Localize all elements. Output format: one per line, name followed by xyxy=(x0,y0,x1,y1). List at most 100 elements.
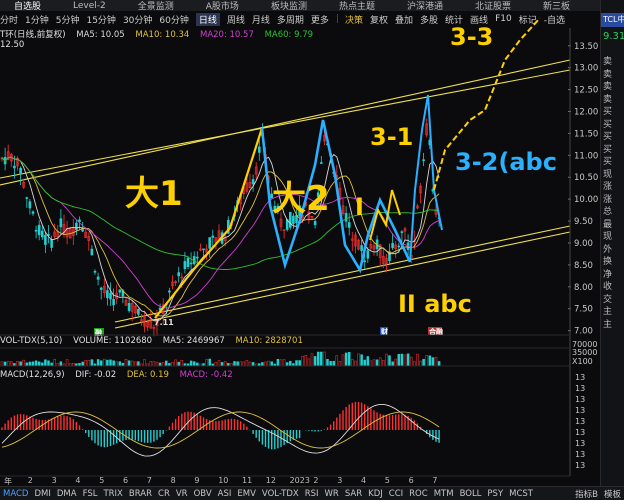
volume-ma5: MA5: 2469967 xyxy=(162,336,225,346)
volume-bar xyxy=(267,360,270,367)
candle-body xyxy=(96,276,100,280)
indicator-tab-brar[interactable]: BRAR xyxy=(129,489,152,499)
indicator-tab-dmi[interactable]: DMI xyxy=(34,489,50,499)
macd-dea: DEA: 0.19 xyxy=(126,370,169,380)
price-tick: 12.00 xyxy=(574,108,598,118)
volume-bar xyxy=(220,362,224,367)
indicator-tab-roc[interactable]: ROC xyxy=(409,489,428,499)
volume-bar xyxy=(369,360,373,367)
month-label: 2 xyxy=(27,476,33,485)
indicator-tab-cr[interactable]: CR xyxy=(158,489,170,499)
indicator-tab-mcst[interactable]: MCST xyxy=(509,489,533,499)
candle-body xyxy=(202,248,205,251)
wave1-stroke xyxy=(154,127,264,319)
candle-body xyxy=(31,211,35,214)
candle-body xyxy=(50,239,53,248)
volume-bar xyxy=(360,354,363,367)
macd-axis-label: 13 xyxy=(575,450,585,459)
indicator-tab-obv[interactable]: OBV xyxy=(194,489,212,499)
volume-bar xyxy=(245,360,249,367)
kline-chart[interactable]: 大1 大23-13-2(abc3-3III abc7.11融财合融 13.5013… xyxy=(0,0,600,500)
volume-bar xyxy=(351,359,354,367)
candle-body xyxy=(99,287,103,290)
volume-bar xyxy=(431,357,435,367)
volume-bar xyxy=(378,357,382,367)
volume-bar xyxy=(174,359,177,367)
indicator-tab-vr[interactable]: VR xyxy=(176,489,188,499)
volume-bar xyxy=(310,353,314,367)
candle-body xyxy=(196,256,199,259)
volume-bar xyxy=(124,358,128,367)
month-label: 11 xyxy=(242,476,253,485)
volume-bar xyxy=(316,351,320,367)
price-tick: 7.00 xyxy=(574,327,593,337)
volume-bar xyxy=(428,355,432,367)
stock-code[interactable]: TCL中 xyxy=(601,13,624,27)
indicator-tab-rsi[interactable]: RSI xyxy=(305,489,319,499)
candle-body xyxy=(257,146,261,153)
candle-body xyxy=(25,197,29,199)
candle-body xyxy=(186,258,190,267)
indicator-tab-boll[interactable]: BOLL xyxy=(460,489,482,499)
volume-axis-label: 35000 xyxy=(572,348,597,357)
indicator-tab-wr[interactable]: WR xyxy=(325,489,339,499)
volume-bar xyxy=(397,354,401,367)
low-price-mark: 7.11 xyxy=(154,318,174,327)
candle-body xyxy=(19,167,22,175)
volume-bar xyxy=(103,358,106,367)
price-tick: 13.50 xyxy=(574,42,598,52)
bottom-right-1[interactable]: 模板 xyxy=(604,488,621,500)
volume-bar xyxy=(112,360,115,367)
quote-panel: TCL中 9.31 卖卖卖卖买买买买买现涨涨总最现外换净收交主主 xyxy=(600,0,624,500)
month-label: 7 xyxy=(432,476,438,485)
volume-bar xyxy=(248,361,252,367)
month-label: 12 xyxy=(265,476,276,485)
volume-bar xyxy=(375,359,379,367)
volume-bar xyxy=(99,360,103,367)
stock-price: 9.31 xyxy=(603,31,624,42)
candle-body xyxy=(366,250,370,259)
candle-body xyxy=(313,221,317,226)
indicator-tab-sar[interactable]: SAR xyxy=(345,489,362,499)
indicator-tab-asi[interactable]: ASI xyxy=(218,489,232,499)
volume-legend: VOL-TDX(5,10) VOLUME: 1102680 MA5: 24699… xyxy=(0,336,311,346)
volume-bar xyxy=(413,361,416,367)
quote-row-label: 现 xyxy=(603,169,613,180)
volume-bar xyxy=(87,360,91,367)
volume-bar xyxy=(363,359,366,367)
bottom-right-0[interactable]: 指标B xyxy=(575,488,598,500)
volume-bar xyxy=(338,361,342,367)
quote-row-label: 外 xyxy=(603,244,613,255)
quote-row-label: 交 xyxy=(603,294,613,305)
volume-bar xyxy=(261,362,264,367)
price-tick: 9.00 xyxy=(574,239,593,249)
indicator-tab-emv[interactable]: EMV xyxy=(237,489,256,499)
indicator-tab-fsl[interactable]: FSL xyxy=(83,489,98,499)
volume-bar xyxy=(419,360,422,367)
volume-bar xyxy=(295,360,298,367)
indicator-tab-trix[interactable]: TRIX xyxy=(103,489,122,499)
macd-title: MACD(12,26,9) xyxy=(0,370,65,380)
indicator-tab-kdj[interactable]: KDJ xyxy=(368,489,383,499)
volume-bar xyxy=(81,361,84,367)
volume-bar xyxy=(171,362,174,367)
candle-body xyxy=(34,229,38,232)
volume-bar xyxy=(143,359,146,367)
month-label: 2023 xyxy=(289,476,310,485)
indicator-tab-dma[interactable]: DMA xyxy=(57,489,77,499)
volume-bar xyxy=(329,361,332,367)
wave3-2-label: 3-2(abc xyxy=(455,148,557,176)
indicator-tab-cci[interactable]: CCI xyxy=(389,489,403,499)
macd-axis-label: 13 xyxy=(575,428,585,437)
volume-bar xyxy=(16,360,19,367)
indicator-tab-mtm[interactable]: MTM xyxy=(434,489,454,499)
volume-bar xyxy=(313,356,317,367)
indicator-tab-macd[interactable]: MACD xyxy=(3,489,28,499)
ma10-line xyxy=(1,156,440,317)
volume-bar xyxy=(118,361,122,367)
volume-bar xyxy=(59,361,63,367)
volume-bar xyxy=(437,361,441,367)
indicator-tab-vol-tdx[interactable]: VOL-TDX xyxy=(262,489,299,499)
volume-bar xyxy=(357,353,360,367)
indicator-tab-psy[interactable]: PSY xyxy=(487,489,503,499)
